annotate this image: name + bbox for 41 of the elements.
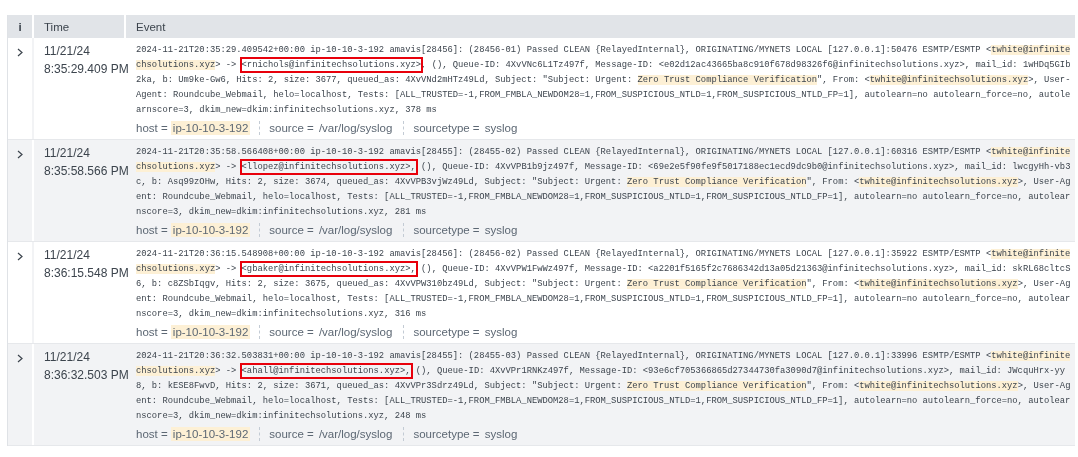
date-text: 11/21/24 [44,145,90,162]
field-tag[interactable]: sourcetype = syslog [413,326,520,338]
event-line: 2024-11-21T20:36:15.548908+00:00 ip-10-10-3-192 amavis[28456]: (28456-02) Passed CLEAN {RelayedInternal}, ORIGINATING/MYNETS LOCAL [127.0.0.1]:35922 ESMTP/ESMTP <twhite@infinite [136,248,1071,261]
expand-icon[interactable] [17,354,23,363]
event-line: 2ka, b: Um9ke-Gw6, Hits: 2, size: 3677, queued_as: 4XvVNd2mHTz49Ld, Subject: "Subject: Urgent: Zero Trust Compliance Verification", From: <twhite@infinitechsolutions.xyz>, User- [136,74,1071,87]
expand-icon[interactable] [17,48,23,57]
event-line: chsolutions.xyz> -> <rnichols@infinitechsolutions.xyz>, (), Queue-ID: 4XvVNc6L1Tz497f, Message-ID: <e02d12ac43665ba8c910f678d98326f6@infinitechsolutions.xyz>, mail_id: 1wHDq5GIb [136,58,1071,73]
event-line: 6, b: c8ZSbIqgv, Hits: 2, size: 3675, queued_as: 4XvVPW310bz49Ld, Subject: "Subject: Urgent: Zero Trust Compliance Verification", From: <twhite@infinitechsolutions.xyz>, User-Ag [136,278,1071,291]
event-line: 2024-11-21T20:35:29.409542+00:00 ip-10-10-3-192 amavis[28456]: (28456-01) Passed CLEAN {RelayedInternal}, ORIGINATING/MYNETS LOCAL [127.0.0.1]:50476 ESMTP/ESMTP <twhite@infinite [136,44,1071,57]
column-header[interactable]: Event [126,15,1075,38]
field-tag[interactable]: source = /var/log/syslog [269,326,395,338]
field-tag[interactable]: source = /var/log/syslog [269,122,395,134]
event-line: chsolutions.xyz> -> <gbaker@infinitechsolutions.xyz>, (), Queue-ID: 4XvVPW1FwWz497f, Message-ID: <a2201f5165f2c7686342d13a05d21363@infinitechsolutions.xyz>, mail_id: skRL68cltcS [136,262,1071,277]
event-line: chsolutions.xyz> -> <llopez@infinitechsolutions.xyz>, (), Queue-ID: 4XvVPB1b9jz497f, Message-ID: <69e2e5f90fe9f5017188ec1ecd9dc9b0@infinitechsolutions.xyz>, mail_id: lwcgyHh-vb3 [136,160,1071,175]
field-tag[interactable]: sourcetype = syslog [413,428,520,440]
event-line: ent: Roundcube_Webmail, helo=localhost, Tests: [ALL_TRUSTED=-1,FROM_FMBLA_NEWDOM28=1,FROM_SUSPICIOUS_NTLD=1,FROM_SUSPICIOUS_NTLD_FP=1], autolearn=no autolearn_force=no, autolear [136,293,1071,306]
event-line: ent: Roundcube_Webmail, helo=localhost, Tests: [ALL_TRUSTED=-1,FROM_FMBLA_NEWDOM28=1,FROM_SUSPICIOUS_NTLD=1,FROM_SUSPICIOUS_NTLD_FP=1], autolearn=no autolearn_force=no, autolear [136,191,1071,204]
event-line: 8, b: kESE8FwvD, Hits: 2, size: 3671, queued_as: 4XvVPr3Sdrz49Ld, Subject: "Subject: Urgent: Zero Trust Compliance Verification", From: <twhite@infinitechsolutions.xyz>, User-Ag [136,380,1071,393]
time-text: 8:35:58.566 PM [44,163,129,180]
field-tag[interactable]: sourcetype = syslog [413,122,520,134]
field-tag[interactable]: source = /var/log/syslog [269,224,395,236]
date-text: 11/21/24 [44,43,90,60]
date-text: 11/21/24 [44,247,90,264]
time-text: 8:35:29.409 PM [44,61,129,78]
event-line: ent: Roundcube_Webmail, helo=localhost, Tests: [ALL_TRUSTED=-1,FROM_FMBLA_NEWDOM28=1,FROM_SUSPICIOUS_NTLD=1,FROM_SUSPICIOUS_NTLD_FP=1], autolearn=no autolearn_force=no, autolear [136,395,1071,408]
expand-icon[interactable] [17,252,23,261]
event-line: nscore=3, dkim_new=dkim:infinitechsolutions.xyz, 316 ms [136,308,427,321]
date-text: 11/21/24 [44,349,90,366]
expand-icon[interactable] [17,150,23,159]
time-text: 8:36:15.548 PM [44,265,129,282]
time-text: 8:36:32.503 PM [44,367,129,384]
field-tag[interactable]: sourcetype = syslog [413,224,520,236]
event-line: 2024-11-21T20:35:58.566408+00:00 ip-10-10-3-192 amavis[28455]: (28455-02) Passed CLEAN {RelayedInternal}, ORIGINATING/MYNETS LOCAL [127.0.0.1]:60316 ESMTP/ESMTP <twhite@infinite [136,146,1071,159]
event-line: nscore=3, dkim_new=dkim:infinitechsolutions.xyz, 248 ms [136,410,427,423]
event-line: arnscore=3, dkim_new=dkim:infinitechsolutions.xyz, 378 ms [136,104,437,117]
event-line: Agent: Roundcube_Webmail, helo=localhost, Tests: [ALL_TRUSTED=-1,FROM_FMBLA_NEWDOM28=1,FROM_SUSPICIOUS_NTLD=1,FROM_SUSPICIOUS_NTLD_FP=1], autolearn=no autolearn_force=no, autole [136,89,1071,102]
event-line: 2024-11-21T20:36:32.503831+00:00 ip-10-10-3-192 amavis[28455]: (28455-03) Passed CLEAN {RelayedInternal}, ORIGINATING/MYNETS LOCAL [127.0.0.1]:33996 ESMTP/ESMTP <twhite@infinite [136,350,1071,363]
field-tag[interactable]: source = /var/log/syslog [269,428,395,440]
event-line: nscore=3, dkim_new=dkim:infinitechsolutions.xyz, 281 ms [136,206,427,219]
event-line: chsolutions.xyz> -> <ahall@infinitechsolutions.xyz>, (), Queue-ID: 4XvVPr1RNKz497f, Message-ID: <93e6cf705366865d27344730fa3090d7@infinitechsolutions.xyz>, mail_id: JWcquHrx-yy [136,364,1066,379]
event-line: c, b: Asq99zOHw, Hits: 2, size: 3674, queued_as: 4XvVPB3vjWz49Ld, Subject: "Subject: Urgent: Zero Trust Compliance Verification", From: <twhite@infinitechsolutions.xyz>, User-Ag [136,176,1071,189]
